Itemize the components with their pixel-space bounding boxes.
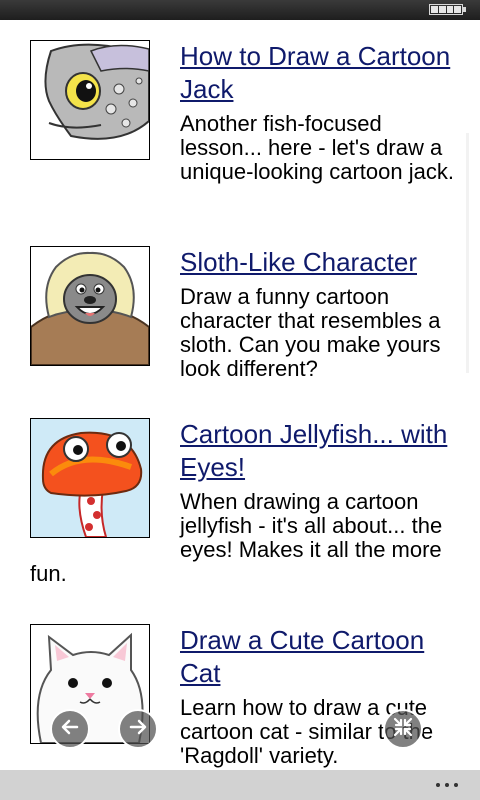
article-description: Draw a funny cartoon character that rese… [180,284,441,381]
status-bar [0,0,480,20]
exit-fullscreen-button[interactable] [383,709,423,749]
sloth-character-thumbnail[interactable] [30,246,150,366]
scroll-indicator[interactable] [466,133,469,373]
article-description: Another fish-focused lesson... here - le… [180,111,454,184]
more-dots-icon[interactable] [436,783,458,787]
list-item: Sloth-Like Character Draw a funny cartoo… [30,246,460,381]
jellyfish-thumbnail[interactable] [30,418,150,538]
article-list[interactable]: How to Draw a Cartoon Jack Another fish-… [0,20,480,770]
arrow-right-icon [127,716,149,743]
battery-tip [463,7,466,12]
cartoon-jack-thumbnail[interactable] [30,40,150,160]
list-item: Cartoon Jellyfish... with Eyes! When dra… [30,418,460,586]
back-button[interactable] [50,709,90,749]
forward-button[interactable] [118,709,158,749]
bottom-app-bar [0,770,480,800]
arrow-left-icon [59,716,81,743]
list-item: How to Draw a Cartoon Jack Another fish-… [30,40,460,184]
collapse-icon [392,716,414,743]
battery-full-icon [429,4,463,15]
